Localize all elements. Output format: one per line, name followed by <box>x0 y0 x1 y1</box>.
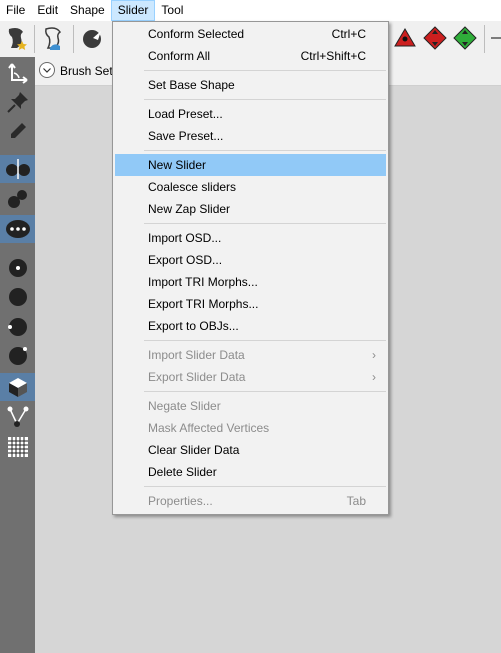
menu-shape[interactable]: Shape <box>64 0 111 21</box>
menu-separator <box>144 486 386 487</box>
menu-slider[interactable]: Slider <box>110 0 156 21</box>
menu-item-save-preset[interactable]: Save Preset... <box>115 125 386 147</box>
menu-item-coalesce-sliders[interactable]: Coalesce sliders <box>115 176 386 198</box>
menu-item-label: Negate Slider <box>148 399 221 413</box>
menu-item-label: Export to OBJs... <box>148 319 239 333</box>
menu-item-label: Load Preset... <box>148 107 223 121</box>
menu-item-label: Mask Affected Vertices <box>148 421 270 435</box>
menu-item-conform-selected[interactable]: Conform Selected Ctrl+C <box>115 23 386 45</box>
toolbar-separator <box>34 25 35 53</box>
menu-item-label: Set Base Shape <box>148 78 235 92</box>
menu-item-label: Export TRI Morphs... <box>148 297 259 311</box>
menu-item-label: Coalesce sliders <box>148 180 237 194</box>
conform-red-arrows-icon[interactable] <box>421 24 449 52</box>
menu-item-export-slider-data[interactable]: Export Slider Data › <box>115 366 386 388</box>
color-brush-icon[interactable] <box>0 342 35 370</box>
grid-tool-icon[interactable] <box>0 433 35 461</box>
menu-item-label: Export Slider Data <box>148 370 246 384</box>
menu-item-label: Conform All <box>148 49 211 63</box>
menu-item-label: Save Preset... <box>148 129 224 143</box>
menu-item-label: Delete Slider <box>148 465 217 479</box>
brush-icon[interactable] <box>79 24 107 52</box>
toolbar-separator <box>484 25 485 53</box>
menu-item-label: Conform Selected <box>148 27 245 41</box>
menu-file[interactable]: File <box>0 0 31 21</box>
menu-item-label: Export OSD... <box>148 253 223 267</box>
menu-item-label: New Zap Slider <box>148 202 231 216</box>
menu-item-clear-slider-data[interactable]: Clear Slider Data <box>115 439 386 461</box>
menu-separator <box>144 223 386 224</box>
brush-settings-label[interactable]: Brush Sett <box>60 64 116 78</box>
transform-tool-icon[interactable] <box>0 59 35 87</box>
conform-red-icon[interactable] <box>391 24 419 52</box>
menu-item-conform-all[interactable]: Conform All Ctrl+Shift+C <box>115 45 386 67</box>
pencil-tool-icon[interactable] <box>0 117 35 145</box>
pin-tool-icon[interactable] <box>0 88 35 116</box>
toolbar-overflow-icon[interactable] <box>488 24 501 52</box>
menu-item-new-zap-slider[interactable]: New Zap Slider <box>115 198 386 220</box>
menu-item-shortcut: Tab <box>346 494 366 508</box>
menu-item-shortcut: Ctrl+C <box>331 27 366 41</box>
menu-item-negate-slider[interactable]: Negate Slider <box>115 395 386 417</box>
menu-item-import-slider-data[interactable]: Import Slider Data › <box>115 344 386 366</box>
menu-item-label: Import TRI Morphs... <box>148 275 258 289</box>
menu-item-import-tri-morphs[interactable]: Import TRI Morphs... <box>115 271 386 293</box>
load-reference-icon[interactable] <box>40 24 68 52</box>
menu-separator <box>144 99 386 100</box>
inflate-brush-icon[interactable] <box>0 185 35 213</box>
menu-item-shortcut: Ctrl+Shift+C <box>300 49 366 63</box>
menu-item-label: Clear Slider Data <box>148 443 240 457</box>
menu-item-new-slider[interactable]: New Slider <box>115 154 386 176</box>
vertex-select-icon[interactable] <box>0 403 35 431</box>
menu-bar: File Edit Shape Slider Tool <box>0 0 501 21</box>
menu-separator <box>144 70 386 71</box>
menu-item-export-osd[interactable]: Export OSD... <box>115 249 386 271</box>
menu-item-import-osd[interactable]: Import OSD... <box>115 227 386 249</box>
menu-item-mask-affected-vertices[interactable]: Mask Affected Vertices <box>115 417 386 439</box>
toolbar-separator <box>73 25 74 53</box>
new-project-icon[interactable] <box>3 24 31 52</box>
menu-edit[interactable]: Edit <box>31 0 64 21</box>
menu-item-set-base-shape[interactable]: Set Base Shape <box>115 74 386 96</box>
menu-item-label: New Slider <box>148 158 207 172</box>
brush-settings-expand-icon[interactable] <box>39 62 55 78</box>
menu-item-export-tri-morphs[interactable]: Export TRI Morphs... <box>115 293 386 315</box>
menu-item-properties[interactable]: Properties... Tab <box>115 490 386 512</box>
menu-separator <box>144 391 386 392</box>
mask-brush-icon[interactable] <box>0 155 35 183</box>
weight-brush-icon[interactable] <box>0 313 35 341</box>
menu-item-label: Properties... <box>148 494 213 508</box>
menu-separator <box>144 340 386 341</box>
menu-tool[interactable]: Tool <box>155 0 189 21</box>
smooth-brush-icon[interactable] <box>0 215 35 243</box>
slider-menu-dropdown: Conform Selected Ctrl+C Conform All Ctrl… <box>112 21 389 515</box>
menu-item-label: Import Slider Data <box>148 348 245 362</box>
menu-item-delete-slider[interactable]: Delete Slider <box>115 461 386 483</box>
menu-item-export-to-objs[interactable]: Export to OBJs... <box>115 315 386 337</box>
conform-green-arrows-icon[interactable] <box>451 24 479 52</box>
deflate-brush-icon[interactable] <box>0 283 35 311</box>
move-brush-icon[interactable] <box>0 254 35 282</box>
menu-item-load-preset[interactable]: Load Preset... <box>115 103 386 125</box>
submenu-arrow-icon: › <box>372 370 376 384</box>
menu-item-label: Import OSD... <box>148 231 222 245</box>
cube-tool-icon[interactable] <box>0 373 35 401</box>
menu-separator <box>144 150 386 151</box>
submenu-arrow-icon: › <box>372 348 376 362</box>
tool-panel <box>0 57 35 653</box>
